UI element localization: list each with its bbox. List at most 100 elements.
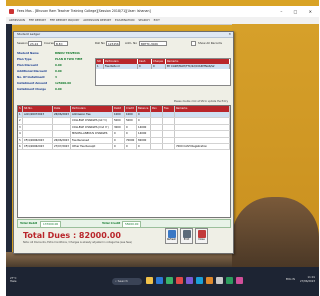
cell-fee (163, 124, 175, 131)
cell-remarks (175, 137, 230, 143)
taskbar-app-icon[interactable] (226, 277, 233, 284)
cell-credit: 0 (125, 143, 137, 150)
cell-credit: 70000 (125, 137, 137, 143)
table-row[interactable]: 6 CF/4/26062023 27/07/2023 Other Fee Receip… (18, 143, 230, 151)
total-debit-value: 137000.00 (40, 221, 62, 228)
weather-widget[interactable]: 27°C Haze (10, 277, 17, 284)
close-button[interactable]: Close (195, 228, 208, 244)
cell-balance: 0 (137, 112, 151, 118)
refresh-icon (167, 230, 176, 238)
cell-date: 26/06/2023 (53, 112, 71, 118)
totals-bar: Total Debit 137000.00 Total Credit 55000… (17, 219, 231, 228)
ledger-grid-body: 1 Adm/26072023 26/06/2023 Admission Fee 1000… (18, 112, 230, 151)
cell-remarks (175, 124, 230, 131)
cell-remarks: 7000 CASH Registration (175, 143, 230, 150)
cell-sr-no (23, 118, 53, 124)
menu-item-fee-report-inquiry[interactable]: FEE REPORT INQUIRY (50, 18, 79, 22)
show-all-checkbox[interactable] (191, 41, 196, 46)
cell-debit: 1000 (113, 112, 125, 118)
refresh-button-label: Refresh (166, 238, 177, 241)
cell-pen (151, 118, 163, 124)
total-credit-value: 55000.00 (122, 221, 142, 228)
search-icon: ⌕ (115, 279, 117, 283)
cell-date (53, 124, 71, 131)
cell-particulars: Other Fee Receipt (71, 143, 113, 150)
cell-fee (163, 112, 175, 118)
cell-remarks (175, 112, 230, 118)
cell-fee (163, 137, 175, 143)
dues-note: Note: All Discounts, Extra Conditions / … (23, 241, 132, 244)
desktop-screen: Fees Mas - [Bhuvan Ram Teacher Training … (6, 0, 319, 296)
system-clock[interactable]: 11:01 27/06/2023 (300, 276, 315, 283)
refund-cell-remarks: BY CASH/MAH/TTC/22/COUNTNAS/S2 (166, 64, 230, 69)
cell-particulars: Admission Fee (71, 112, 113, 118)
taskbar-app-icon[interactable] (176, 277, 183, 284)
cell-particulars: MISCELLANEOUS CHARGES (71, 131, 113, 137)
cell-credit: 5000 (125, 118, 137, 124)
print-button-label: Print (183, 238, 190, 241)
cell-particulars: COLLEGE CHARGES (IInd Yr) (71, 124, 113, 131)
menu-item-examination[interactable]: EXAMINATION (115, 18, 134, 22)
taskbar-app-icon[interactable] (146, 277, 153, 284)
close-icon[interactable]: ✕ (228, 32, 231, 37)
cell-sr-no: CF/4/26062023 (23, 137, 53, 143)
installment-charge-value: 0.00 (55, 87, 62, 91)
cell-sr-no: Adm/26072023 (23, 112, 53, 118)
cell-date: 27/07/2023 (53, 143, 71, 150)
session-select[interactable]: 23-24 (28, 41, 42, 46)
roll-no-field[interactable]: 123456 (106, 41, 120, 46)
taskbar-app-icon[interactable] (166, 277, 173, 284)
show-all-label: Show All Records (198, 41, 222, 45)
print-button[interactable]: Print (180, 228, 193, 244)
action-buttons: Refresh Print Close (165, 228, 215, 246)
ledger-window-title: Student Ledger ✕ (14, 32, 233, 38)
cell-remarks (175, 131, 230, 137)
taskbar-app-icon[interactable] (186, 277, 193, 284)
printer-icon (182, 230, 191, 238)
adm-no-label: Adm. No (125, 41, 137, 45)
cell-debit: 3000 (113, 124, 125, 131)
menu-item-admission[interactable]: ADMISSION (9, 18, 25, 22)
language-indicator[interactable]: ENG IN (286, 278, 295, 281)
taskbar-app-icon[interactable] (196, 277, 203, 284)
cell-fee (163, 118, 175, 124)
cell-pen (151, 124, 163, 131)
wallpaper-hill (232, 197, 319, 267)
clock-date: 27/06/2023 (300, 279, 315, 283)
close-button-label: Close (198, 238, 205, 241)
app-title: Fees Mas - [Bhuvan Ram Teacher Training … (17, 9, 151, 13)
cell-credit: 0 (125, 131, 137, 137)
menu-item-exit[interactable]: EXIT (154, 18, 160, 22)
taskbar-app-icon[interactable] (206, 277, 213, 284)
cell-sr-no (23, 131, 53, 137)
grid-note: Please double click at SN to update the … (173, 100, 228, 103)
menu-item-admission-report[interactable]: ADMISSION REPORT (83, 18, 111, 22)
cell-pen (151, 143, 163, 150)
refund-cell-particulars: Fee Refund (104, 64, 138, 69)
adm-no-field[interactable]: BRTTC-3026 (139, 41, 167, 46)
session-label: Session (17, 41, 28, 45)
taskbar-app-icon[interactable] (216, 277, 223, 284)
student-ledger-window: Student Ledger ✕ Session 23-24 Course B.… (13, 31, 234, 254)
taskbar-search[interactable]: ⌕ Search (112, 278, 142, 285)
roll-no-label: Roll No (95, 41, 105, 45)
cell-remarks (175, 118, 230, 124)
cell-balance: 14000 (137, 131, 151, 137)
search-criteria-row: Session 23-24 Course B.Ed Roll No 123456… (17, 40, 229, 48)
cell-debit: 0 (113, 137, 125, 143)
cell-credit: 1000 (125, 112, 137, 118)
window-controls[interactable]: – □ ✕ (280, 6, 317, 17)
refund-table-row[interactable]: 1 Fee Refund 0 0 BY CASH/MAH/TTC/22/COUN… (96, 64, 230, 69)
menu-item-search[interactable]: SEARCH (138, 18, 149, 22)
cell-fee (163, 131, 175, 137)
total-dues-text: Total Dues : 82000.00 (23, 231, 121, 240)
cell-balance: 0 (137, 143, 151, 150)
taskbar: 27°C Haze ⌕ Search ENG IN 11:01 27/06/20… (6, 267, 319, 296)
cell-credit: 0 (125, 124, 137, 131)
menu-item-fee-report[interactable]: FEE REPORT (29, 18, 46, 22)
course-select[interactable]: B.Ed (54, 41, 68, 46)
taskbar-app-icon[interactable] (156, 277, 163, 284)
refresh-button[interactable]: Refresh (165, 228, 178, 244)
cell-particulars: Fee Received (71, 137, 113, 143)
taskbar-app-icon[interactable] (236, 277, 243, 284)
